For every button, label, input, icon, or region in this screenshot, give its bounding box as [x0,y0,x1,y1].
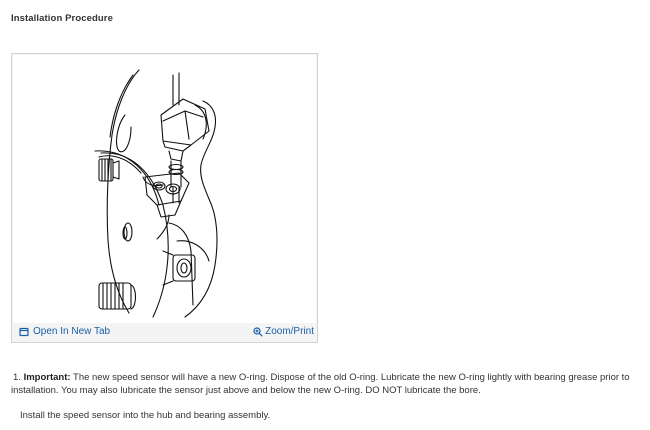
step-number: 1. [13,372,21,383]
zoom-print-label: Zoom/Print [265,326,314,337]
open-in-new-tab-label: Open In New Tab [33,326,111,337]
illustration-figure: Open In New Tab Zoom/Print [11,53,318,343]
open-in-new-tab-link[interactable]: Open In New Tab [19,326,110,337]
step-item: Install the speed sensor into the hub an… [20,409,641,422]
step-item: 1. Important: The new speed sensor will … [11,371,641,397]
open-in-new-tab-icon [19,327,29,337]
step-text: Install the speed sensor into the hub an… [20,410,271,421]
important-label: Important: [23,372,71,383]
procedure-steps: 1. Important: The new speed sensor will … [11,371,641,422]
zoom-print-link[interactable]: Zoom/Print [253,326,314,337]
figure-toolbar: Open In New Tab Zoom/Print [12,322,317,342]
magnifier-icon [253,326,263,337]
speed-sensor-illustration [13,55,316,323]
section-title: Installation Procedure [11,13,113,24]
step-text: The new speed sensor will have a new O-r… [11,372,630,396]
